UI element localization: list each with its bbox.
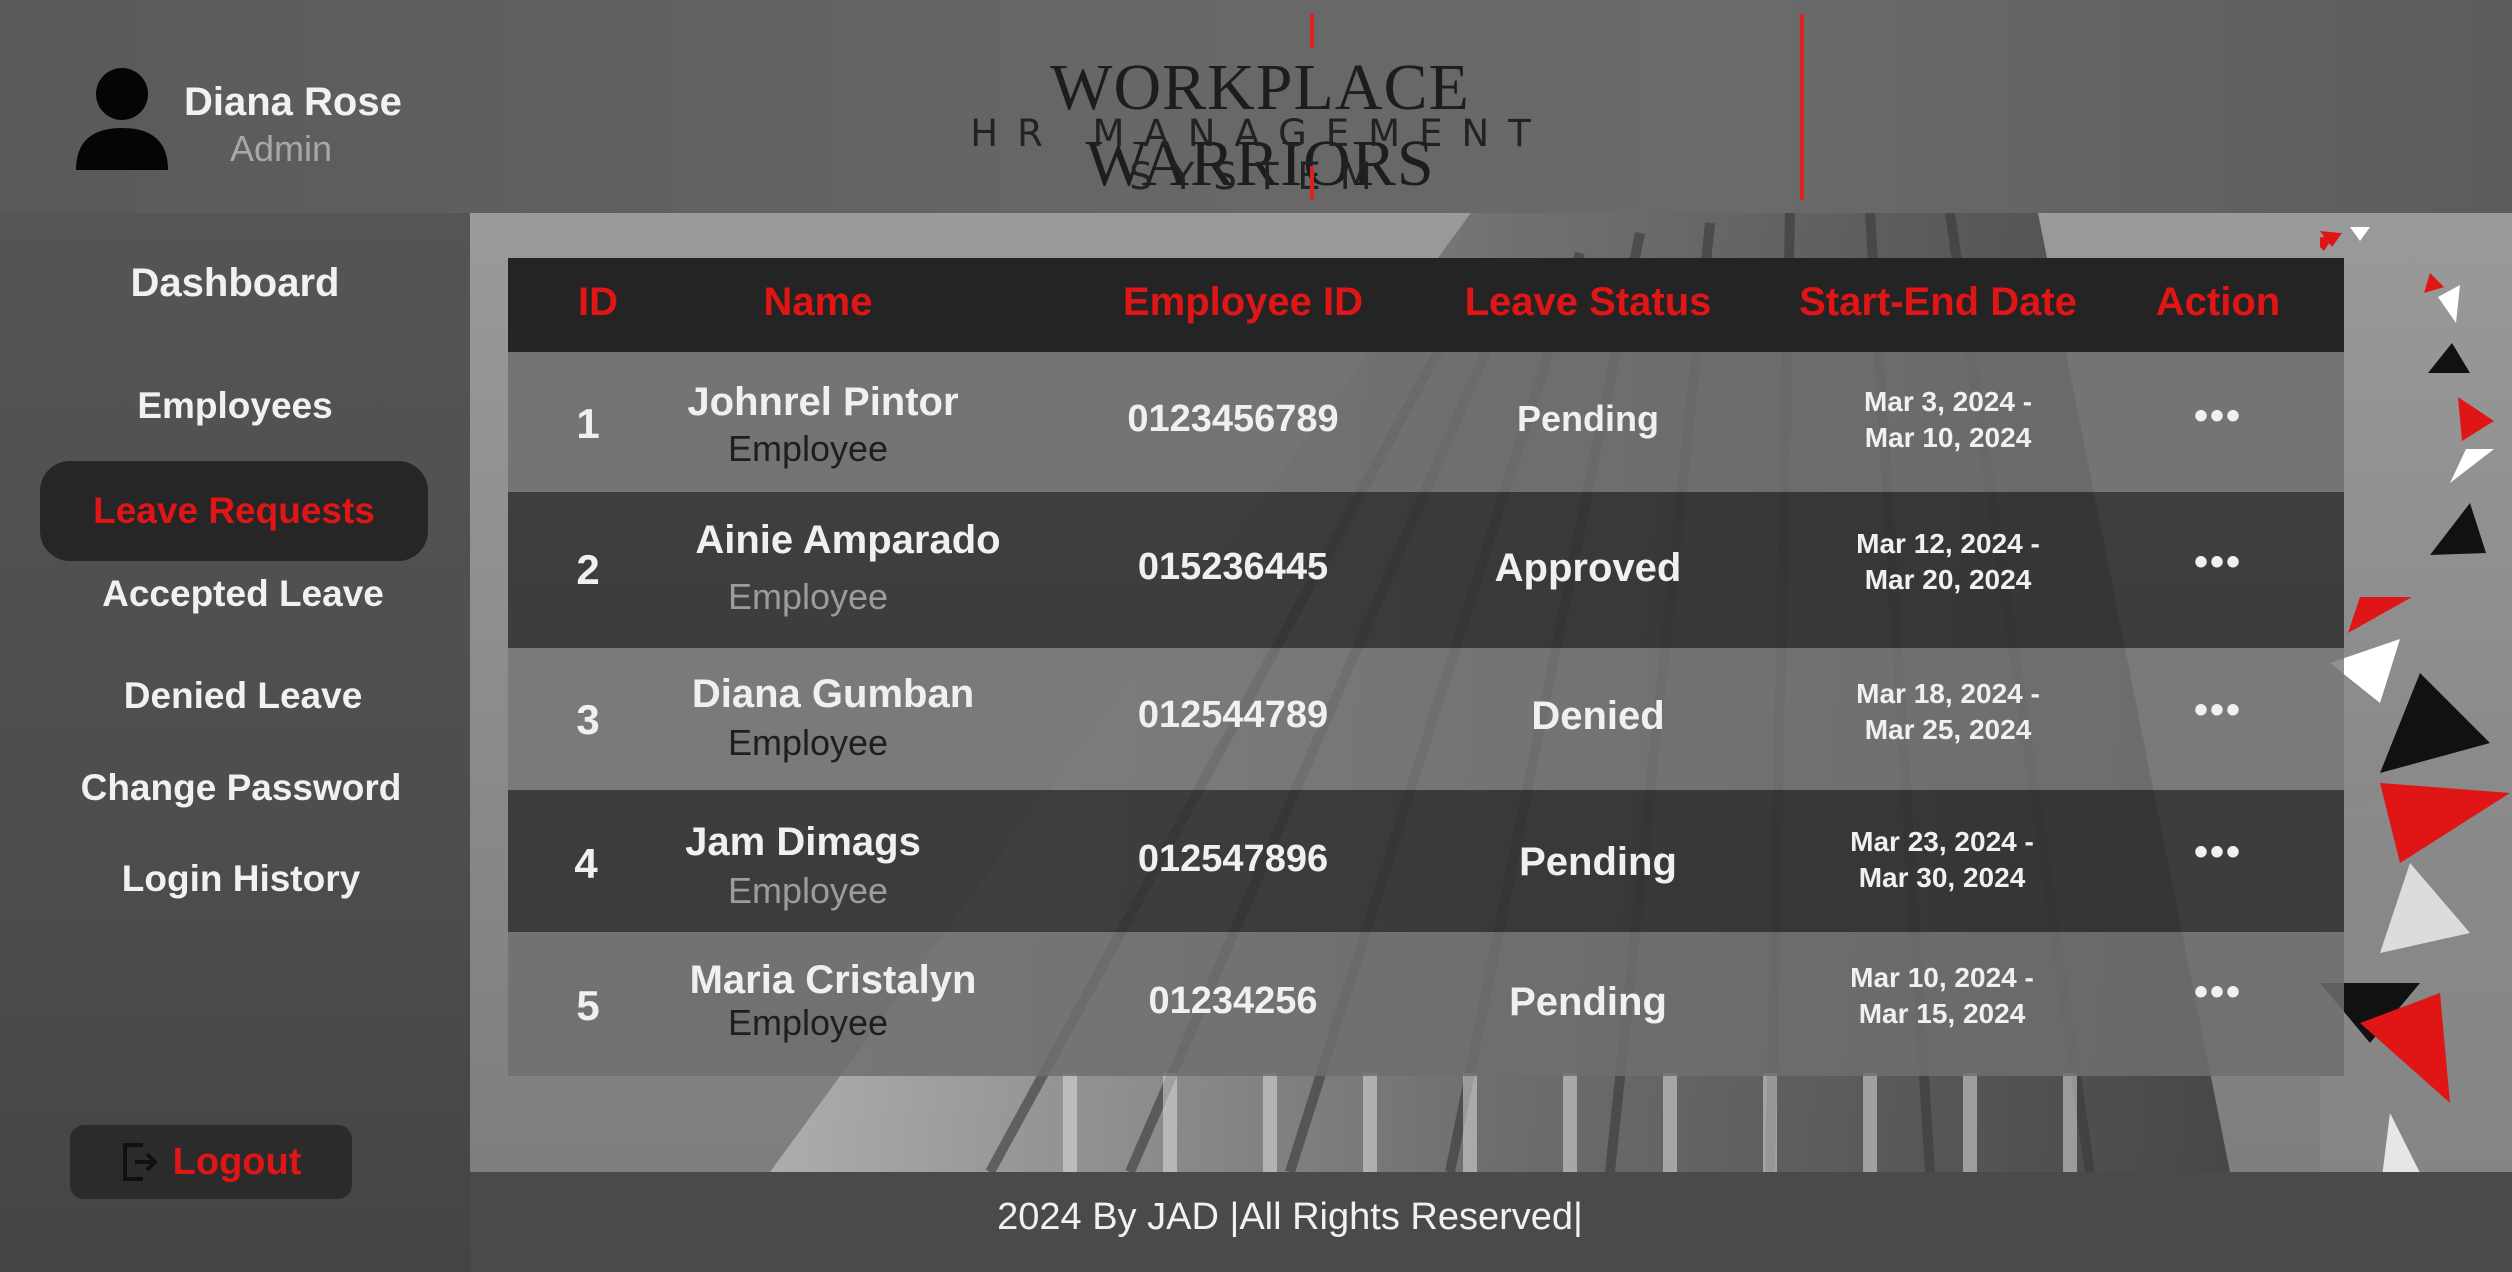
row-status: Approved xyxy=(1494,546,1682,590)
row-status: Denied xyxy=(1531,694,1665,738)
row-role: Employee xyxy=(727,428,889,469)
sidebar-item-employees[interactable]: Employees xyxy=(0,385,470,427)
row-role: Employee xyxy=(727,1002,889,1043)
row-date-end: Mar 15, 2024 xyxy=(1858,998,2026,1029)
row-name: Maria Cristalyn xyxy=(689,958,977,1002)
row-date-start: Mar 23, 2024 - xyxy=(1850,826,2034,857)
user-name: Diana Rose xyxy=(184,80,402,124)
row-action-menu[interactable]: ••• xyxy=(2148,830,2288,875)
row-name: Johnrel Pintor xyxy=(687,380,959,424)
column-header-employee-id: Employee ID xyxy=(1122,280,1364,324)
app-screen: Diana Rose Admin WORKPLACE WARRIORS HR M… xyxy=(0,0,2512,1272)
divider-line xyxy=(1800,14,1804,200)
table-row: 1 Johnrel Pintor Employee 0123456789 Pen… xyxy=(508,352,2344,492)
row-date-end: Mar 25, 2024 xyxy=(1864,714,2032,745)
sidebar-item-change-password[interactable]: Change Password xyxy=(6,767,476,809)
row-employee-id: 015236445 xyxy=(1137,546,1329,588)
leave-requests-table: ID Name Employee ID Leave Status Start-E… xyxy=(508,258,2344,1076)
row-status: Pending xyxy=(1517,398,1659,439)
sidebar-item-dashboard[interactable]: Dashboard xyxy=(0,261,470,306)
row-date-end: Mar 20, 2024 xyxy=(1864,564,2032,595)
row-name: Diana Gumban xyxy=(691,672,975,716)
row-id: 2 xyxy=(576,546,600,593)
row-id: 3 xyxy=(576,696,600,743)
row-date-end: Mar 30, 2024 xyxy=(1858,862,2026,893)
column-header-date: Start-End Date xyxy=(1799,280,2077,324)
user-avatar-icon xyxy=(76,68,168,170)
row-date-start: Mar 10, 2024 - xyxy=(1850,962,2034,993)
row-date-start: Mar 18, 2024 - xyxy=(1856,678,2040,709)
row-employee-id: 012544789 xyxy=(1137,694,1329,736)
logout-icon xyxy=(122,1143,158,1181)
brand-subtitle: HR MANAGEMENT SYSTEM xyxy=(970,112,1550,198)
row-employee-id: 012547896 xyxy=(1137,838,1329,880)
row-name: Ainie Amparado xyxy=(695,518,1001,562)
logout-label: Logout xyxy=(172,1140,302,1183)
user-role: Admin xyxy=(230,128,333,169)
row-action-menu[interactable]: ••• xyxy=(2148,394,2288,439)
row-role: Employee xyxy=(727,576,889,617)
row-action-menu[interactable]: ••• xyxy=(2148,688,2288,733)
sidebar: Dashboard Employees Leave Requests Accep… xyxy=(0,213,470,1272)
footer-text: 2024 By JAD |All Rights Reserved| xyxy=(997,1196,1583,1238)
row-action-menu[interactable]: ••• xyxy=(2148,970,2288,1015)
table-row: 3 Diana Gumban Employee 012544789 Denied… xyxy=(508,648,2344,790)
top-header: Diana Rose Admin WORKPLACE WARRIORS HR M… xyxy=(0,0,2512,213)
row-action-menu[interactable]: ••• xyxy=(2148,540,2288,585)
user-profile: Diana Rose Admin xyxy=(76,62,456,172)
sidebar-item-accepted-leave[interactable]: Accepted Leave xyxy=(8,573,478,615)
sidebar-item-login-history[interactable]: Login History xyxy=(6,858,476,900)
row-status: Pending xyxy=(1519,840,1677,884)
table-row: 5 Maria Cristalyn Employee 01234256 Pend… xyxy=(508,932,2344,1076)
row-employee-id: 01234256 xyxy=(1148,980,1318,1022)
table-header: ID Name Employee ID Leave Status Start-E… xyxy=(508,258,2344,352)
column-header-action: Action xyxy=(2155,280,2281,324)
row-id: 5 xyxy=(576,982,600,1029)
footer: 2024 By JAD |All Rights Reserved| xyxy=(470,1172,2512,1272)
row-date-end: Mar 10, 2024 xyxy=(1864,422,2032,453)
sidebar-item-leave-requests[interactable]: Leave Requests xyxy=(40,461,428,561)
column-header-leave-status: Leave Status xyxy=(1464,280,1712,324)
logout-button[interactable]: Logout xyxy=(70,1125,352,1199)
divider-line xyxy=(1310,14,1314,48)
row-id: 4 xyxy=(574,840,598,887)
row-name: Jam Dimags xyxy=(685,820,921,864)
row-employee-id: 0123456789 xyxy=(1127,398,1339,440)
row-id: 1 xyxy=(576,400,600,447)
row-date-start: Mar 12, 2024 - xyxy=(1856,528,2040,559)
row-date-start: Mar 3, 2024 - xyxy=(1863,386,2033,417)
column-header-name: Name xyxy=(763,280,873,324)
row-status: Pending xyxy=(1509,980,1667,1024)
table-row: 2 Ainie Amparado Employee 015236445 Appr… xyxy=(508,492,2344,648)
column-header-id: ID xyxy=(578,280,618,324)
row-role: Employee xyxy=(727,722,889,763)
decorative-triangles xyxy=(2320,227,2512,1272)
sidebar-item-denied-leave[interactable]: Denied Leave xyxy=(8,675,478,717)
divider-line xyxy=(1310,166,1314,200)
table-row: 4 Jam Dimags Employee 012547896 Pending … xyxy=(508,790,2344,932)
row-role: Employee xyxy=(727,870,889,911)
